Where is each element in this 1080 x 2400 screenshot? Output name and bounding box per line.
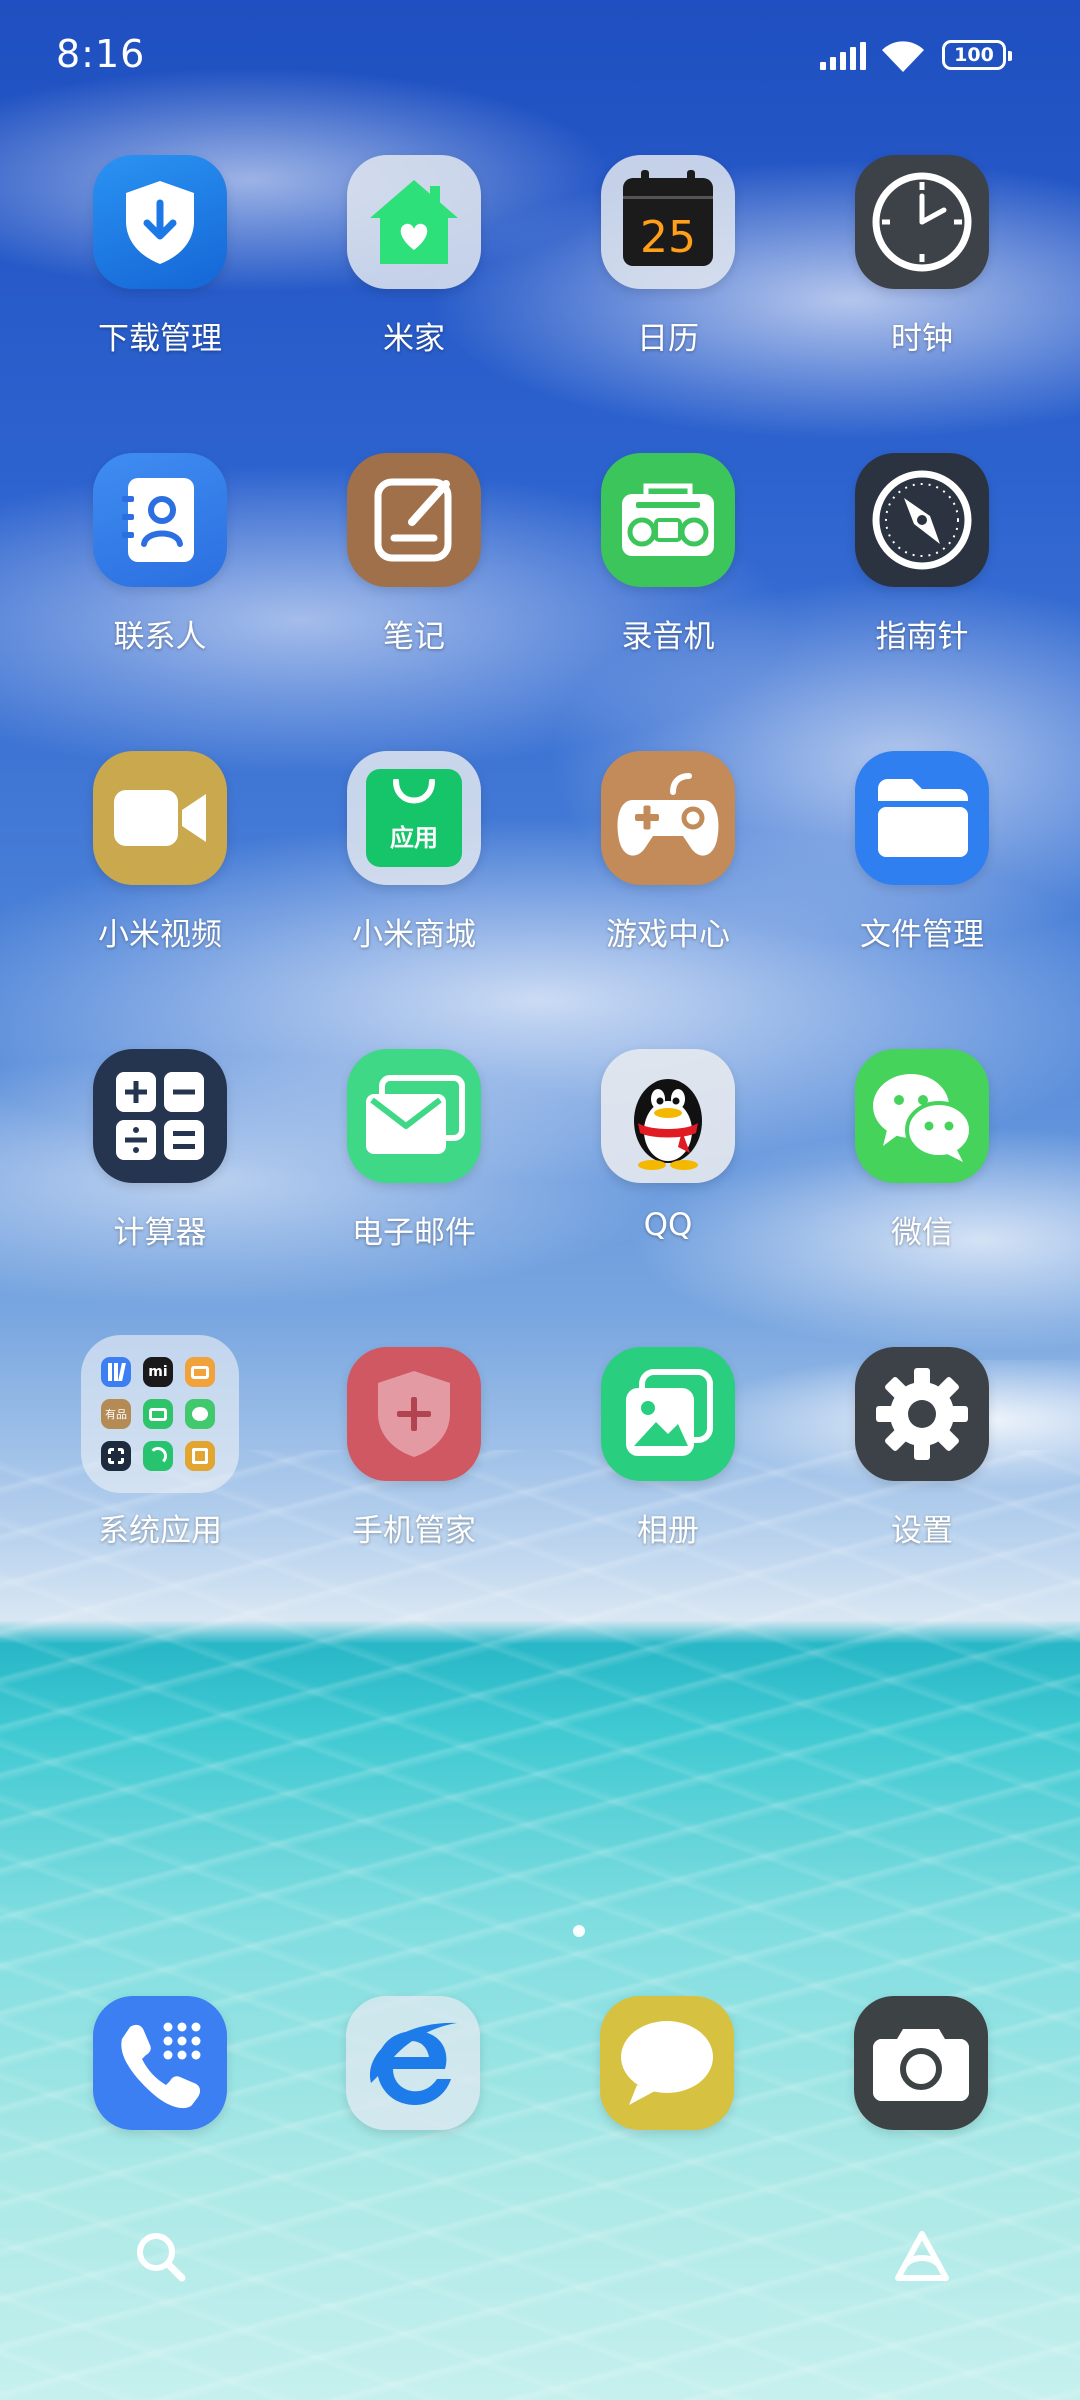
youpin-mini-icon: 有品 xyxy=(101,1399,131,1429)
contacts-label: 联系人 xyxy=(113,619,207,655)
wechat-label: 微信 xyxy=(891,1215,953,1251)
messages-icon xyxy=(600,1996,734,2130)
game-center-icon xyxy=(601,751,735,885)
battery-icon: 100 xyxy=(942,40,1012,70)
file-manager-icon xyxy=(855,751,989,885)
clock-label: 时钟 xyxy=(891,321,953,357)
chat-mini-icon xyxy=(185,1399,215,1429)
clock-icon xyxy=(855,155,989,289)
app-qq[interactable]: QQ xyxy=(558,1049,778,1279)
wallet-mini-icon xyxy=(185,1357,215,1387)
calendar-label: 日历 xyxy=(637,321,699,357)
security-icon xyxy=(347,1347,481,1481)
scanner-mini-icon xyxy=(101,1441,131,1471)
app-calendar[interactable]: 25 日历 xyxy=(558,155,778,385)
qr-mini-icon xyxy=(185,1441,215,1471)
dock-phone[interactable] xyxy=(93,1996,227,2130)
qq-label: QQ xyxy=(643,1207,693,1243)
signal-icon xyxy=(820,40,870,70)
app-calculator[interactable]: 计算器 xyxy=(50,1049,270,1279)
recorder-icon xyxy=(601,453,735,587)
app-email[interactable]: 电子邮件 xyxy=(304,1049,524,1279)
app-mi-video[interactable]: 小米视频 xyxy=(50,751,270,981)
system-apps-folder-label: 系统应用 xyxy=(98,1513,222,1549)
app-recorder[interactable]: 录音机 xyxy=(558,453,778,683)
file-manager-label: 文件管理 xyxy=(860,917,984,953)
mi-video-icon xyxy=(93,751,227,885)
mi-store-icon: 应用 xyxy=(347,751,481,885)
app-contacts[interactable]: 联系人 xyxy=(50,453,270,683)
wifi-icon xyxy=(882,41,924,72)
app-compass[interactable]: 指南针 xyxy=(812,453,1032,683)
dock-browser[interactable] xyxy=(346,1996,480,2130)
app-mijia[interactable]: 米家 xyxy=(304,155,524,385)
nfc-mini-icon xyxy=(143,1441,173,1471)
books-mini-icon xyxy=(101,1357,131,1387)
camera-icon xyxy=(854,1996,988,2130)
status-time: 8:16 xyxy=(56,32,146,76)
app-wechat[interactable]: 微信 xyxy=(812,1049,1032,1279)
contacts-icon xyxy=(93,453,227,587)
calendar-icon: 25 xyxy=(601,155,735,289)
settings-label: 设置 xyxy=(891,1513,953,1549)
battery-level: 100 xyxy=(954,44,994,66)
mijia-label: 米家 xyxy=(383,321,445,357)
screen-mini-icon xyxy=(143,1399,173,1429)
dock-camera[interactable] xyxy=(854,1996,988,2130)
page-indicator xyxy=(573,1925,585,1937)
mi-store-label: 小米商城 xyxy=(352,917,476,953)
mijia-icon xyxy=(347,155,481,289)
app-game-center[interactable]: 游戏中心 xyxy=(558,751,778,981)
qq-icon xyxy=(601,1049,735,1183)
dock-messages[interactable] xyxy=(600,1996,734,2130)
calculator-label: 计算器 xyxy=(113,1215,207,1251)
wechat-icon xyxy=(855,1049,989,1183)
system-apps-folder-icon: mi 有品 xyxy=(81,1335,239,1493)
calculator-icon xyxy=(93,1049,227,1183)
mi-logo-mini-icon: mi xyxy=(143,1357,173,1387)
download-manager-icon xyxy=(93,155,227,289)
app-clock[interactable]: 时钟 xyxy=(812,155,1032,385)
email-icon xyxy=(347,1049,481,1183)
app-gallery[interactable]: 相册 xyxy=(558,1347,778,1577)
compass-label: 指南针 xyxy=(875,619,969,655)
browser-icon xyxy=(346,1996,480,2130)
app-security[interactable]: 手机管家 xyxy=(304,1347,524,1577)
app-mi-store[interactable]: 应用 小米商城 xyxy=(304,751,524,981)
download-manager-label: 下载管理 xyxy=(98,321,222,357)
notes-icon xyxy=(347,453,481,587)
app-settings[interactable]: 设置 xyxy=(812,1347,1032,1577)
security-label: 手机管家 xyxy=(352,1513,476,1549)
mi-store-icon-text: 应用 xyxy=(390,824,438,852)
email-label: 电子邮件 xyxy=(352,1215,476,1251)
app-system-apps-folder[interactable]: mi 有品 系统应用 xyxy=(50,1335,270,1577)
gallery-label: 相册 xyxy=(637,1513,699,1549)
game-center-label: 游戏中心 xyxy=(606,917,730,953)
status-bar: 8:16 100 xyxy=(0,0,1080,110)
phone-icon xyxy=(93,1996,227,2130)
notes-label: 笔记 xyxy=(383,619,445,655)
assistant-icon[interactable] xyxy=(892,2228,952,2284)
app-file-manager[interactable]: 文件管理 xyxy=(812,751,1032,981)
settings-icon xyxy=(855,1347,989,1481)
gallery-icon xyxy=(601,1347,735,1481)
app-download-manager[interactable]: 下载管理 xyxy=(50,155,270,385)
app-notes[interactable]: 笔记 xyxy=(304,453,524,683)
calendar-day: 25 xyxy=(640,212,696,263)
compass-icon xyxy=(855,453,989,587)
recorder-label: 录音机 xyxy=(621,619,715,655)
mi-video-label: 小米视频 xyxy=(98,917,222,953)
search-icon[interactable] xyxy=(132,2228,188,2284)
